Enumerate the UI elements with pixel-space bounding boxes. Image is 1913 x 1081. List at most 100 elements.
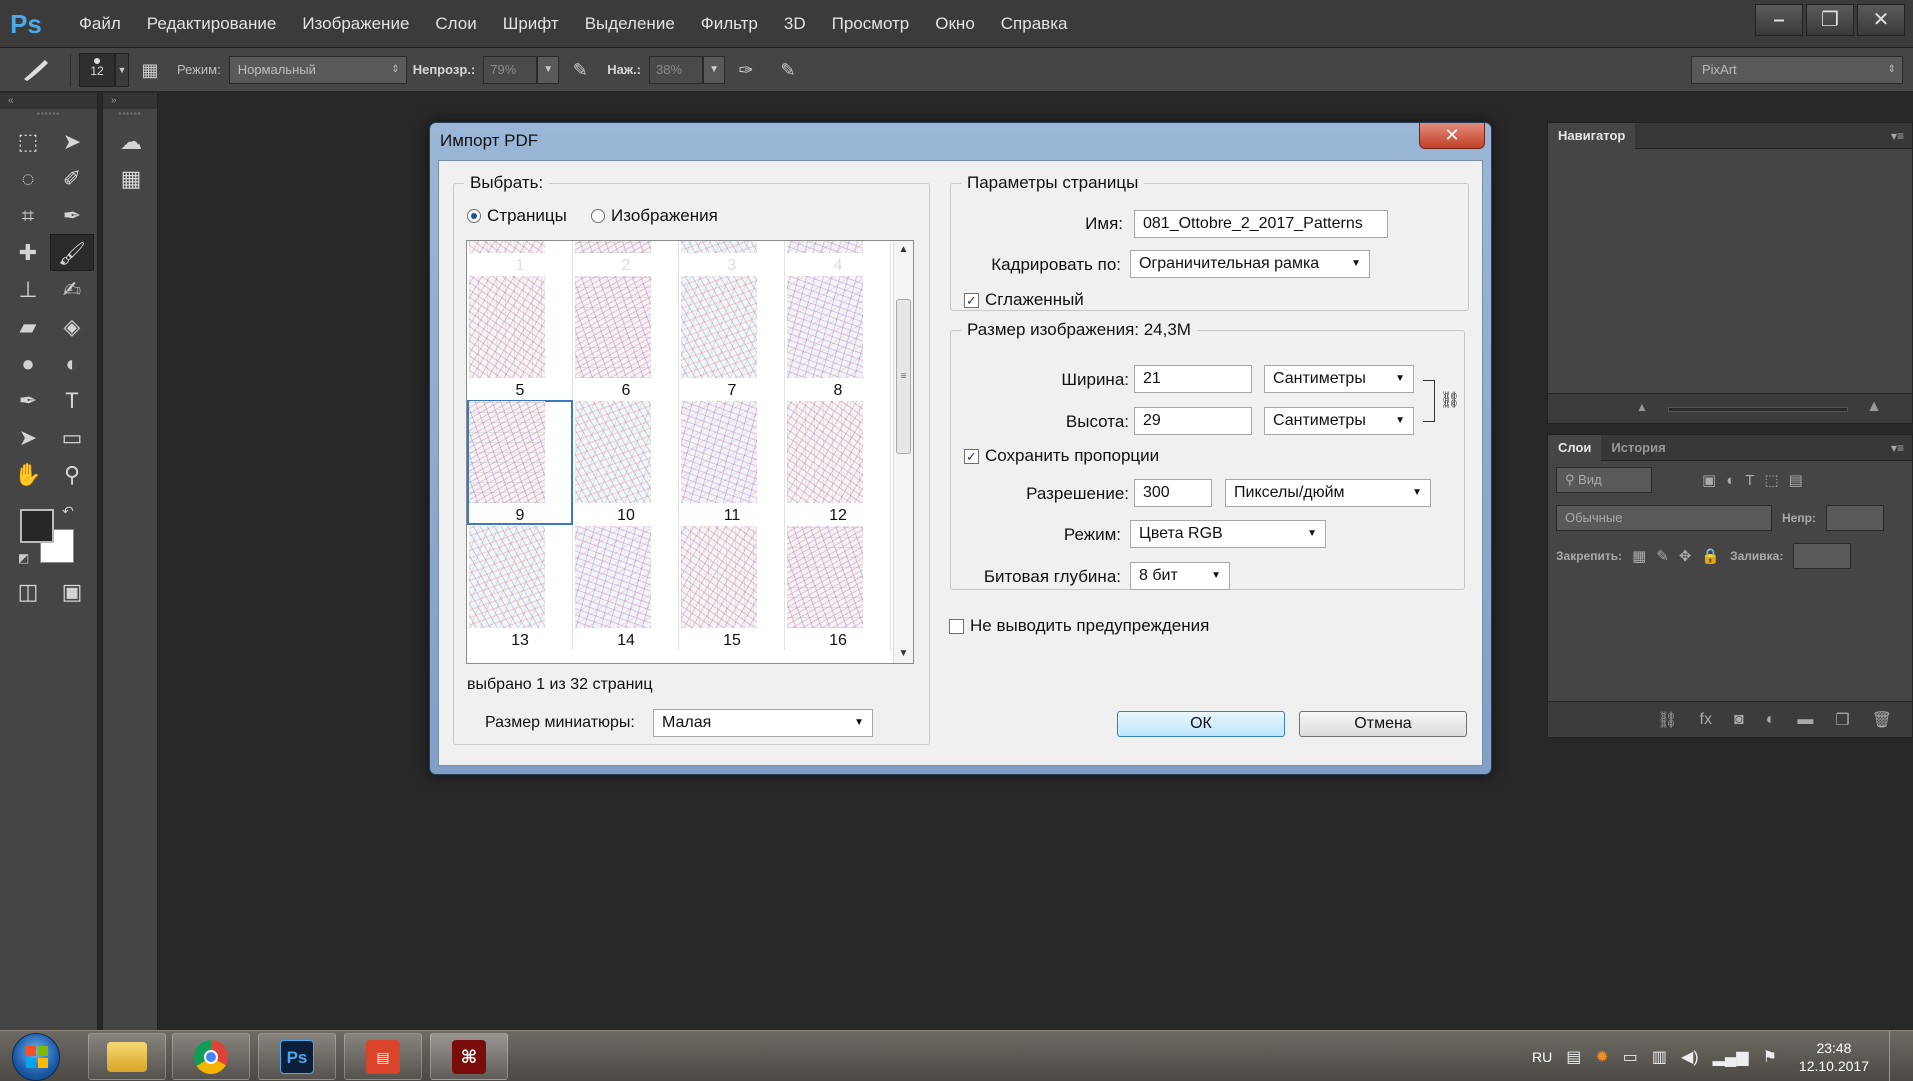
lasso-icon[interactable]: ◌ <box>6 160 50 197</box>
tab-layers[interactable]: Слои <box>1548 434 1602 461</box>
radio-pages[interactable]: Страницы <box>467 206 567 226</box>
height-field[interactable]: 29 <box>1134 407 1252 435</box>
volume-icon[interactable]: ◀) <box>1681 1047 1699 1067</box>
new-layer-icon[interactable]: ❐ <box>1835 710 1849 730</box>
bitdepth-select[interactable]: 8 бит ▼ <box>1130 562 1230 590</box>
opacity-dropdown[interactable]: ▼ <box>537 55 560 84</box>
foreground-color-swatch[interactable] <box>20 509 54 543</box>
keyboard-icon[interactable]: ▤ <box>1566 1047 1581 1067</box>
move-icon[interactable]: ➤ <box>50 123 94 160</box>
filter-adjust-icon[interactable]: ◐ <box>1726 472 1735 489</box>
pressure-field[interactable]: 38% <box>649 55 704 84</box>
language-indicator[interactable]: RU <box>1532 1049 1552 1065</box>
blur-icon[interactable]: ● <box>6 345 50 382</box>
dock-collapse[interactable]: » <box>103 93 157 109</box>
zoom-in-icon[interactable]: ▲ <box>1866 398 1882 416</box>
type-icon[interactable]: T <box>50 382 94 419</box>
restore-button[interactable]: ❐ <box>1806 4 1854 36</box>
dialog-close-button[interactable]: ✕ <box>1419 123 1485 149</box>
rectangle-shape-icon[interactable]: ▭ <box>50 419 94 456</box>
width-field[interactable]: 21 <box>1134 365 1252 393</box>
antialias-checkbox[interactable]: ✓ <box>964 292 979 308</box>
menu-window[interactable]: Окно <box>922 14 988 34</box>
layer-opacity-field[interactable] <box>1825 505 1884 531</box>
tab-navigator[interactable]: Навигатор <box>1548 122 1636 149</box>
fx-icon[interactable]: fx <box>1700 711 1712 729</box>
zoom-slider[interactable] <box>1668 407 1848 412</box>
antialias-checkbox-row[interactable]: ✓ Сглаженный <box>964 290 1084 310</box>
menu-image[interactable]: Изображение <box>289 14 422 34</box>
zoom-icon[interactable]: ⚲ <box>50 456 94 493</box>
lock-transparent-icon[interactable]: ▦ <box>1632 547 1646 565</box>
opacity-field[interactable]: 79% <box>483 55 538 84</box>
page-thumbnail[interactable]: 10 <box>573 400 679 525</box>
add-mask-icon[interactable]: ◙ <box>1734 711 1744 729</box>
taskbar-photoshop[interactable]: Ps <box>258 1033 336 1080</box>
dodge-icon[interactable]: ◐ <box>50 345 94 382</box>
lock-all-icon[interactable]: 🔒 <box>1701 547 1720 565</box>
brush-panel-toggle-icon[interactable]: ▦ <box>133 55 167 85</box>
usb-icon[interactable]: ▥ <box>1652 1047 1667 1067</box>
page-thumbnail[interactable]: 7 <box>679 275 785 400</box>
menu-edit[interactable]: Редактирование <box>134 14 290 34</box>
resolution-field[interactable]: 300 <box>1134 479 1212 507</box>
menu-3d[interactable]: 3D <box>771 14 819 34</box>
menu-file[interactable]: Файл <box>66 14 134 34</box>
mode-select[interactable]: Нормальный ⇕ <box>228 55 407 84</box>
menu-type[interactable]: Шрифт <box>490 14 572 34</box>
radio-pages-indicator[interactable] <box>467 209 481 223</box>
avast-icon[interactable]: ✹ <box>1595 1047 1608 1067</box>
page-thumbnail-selected[interactable]: 9 <box>467 400 573 525</box>
adjustment-layer-icon[interactable]: ◐ <box>1766 711 1776 729</box>
grid-panel-icon[interactable]: ▦ <box>109 160 153 197</box>
page-thumbnail[interactable]: 14 <box>573 525 679 650</box>
page-thumbnail[interactable]: 3 <box>679 241 785 275</box>
hand-icon[interactable]: ✋ <box>6 456 50 493</box>
crop-select[interactable]: Ограничительная рамка ▼ <box>1130 250 1370 278</box>
clock[interactable]: 23:48 12.10.2017 <box>1799 1039 1869 1075</box>
taskbar-acrobat[interactable]: ⌘ <box>430 1033 508 1080</box>
brush-icon[interactable]: 🖌 <box>50 234 94 271</box>
page-thumbnail[interactable]: 6 <box>573 275 679 400</box>
taskbar-chrome[interactable] <box>172 1033 250 1080</box>
scroll-up-icon[interactable]: ▲ <box>894 241 913 259</box>
eraser-icon[interactable]: ▰ <box>6 308 50 345</box>
rect-marquee-icon[interactable]: ⬚ <box>6 123 50 160</box>
quick-mask-icon[interactable]: ◫ <box>6 573 50 610</box>
brush-preset-icon[interactable] <box>10 54 62 86</box>
new-group-icon[interactable]: ▬ <box>1797 711 1813 729</box>
page-thumbnail[interactable]: 4 <box>785 241 891 275</box>
menu-help[interactable]: Справка <box>988 14 1081 34</box>
panel-menu-icon[interactable]: ▾≡ <box>1891 129 1912 143</box>
menu-layers[interactable]: Слои <box>422 14 489 34</box>
taskbar-reader[interactable]: ▤ <box>344 1033 422 1080</box>
eyedropper-icon[interactable]: ✒ <box>50 197 94 234</box>
resolution-unit-select[interactable]: Пикселы/дюйм ▼ <box>1225 479 1431 507</box>
filter-pixel-icon[interactable]: ▣ <box>1702 471 1716 489</box>
quick-select-icon[interactable]: ✐ <box>50 160 94 197</box>
airbrush-icon[interactable]: ✑ <box>729 55 763 85</box>
page-thumbnail[interactable]: 16 <box>785 525 891 650</box>
filter-smart-icon[interactable]: ▤ <box>1789 471 1803 489</box>
page-thumbnail[interactable]: 13 <box>467 525 573 650</box>
ok-button[interactable]: ОК <box>1117 711 1285 737</box>
action-center-flag-icon[interactable]: ⚑ <box>1763 1047 1777 1067</box>
menu-view[interactable]: Просмотр <box>819 14 923 34</box>
page-thumbnail[interactable]: 8 <box>785 275 891 400</box>
constrain-checkbox[interactable]: ✓ <box>964 448 979 464</box>
link-layers-icon[interactable]: ⛓ <box>1657 710 1677 730</box>
pen-icon[interactable]: ✒ <box>6 382 50 419</box>
taskbar-explorer[interactable] <box>88 1033 166 1080</box>
color-mode-select[interactable]: Цвета RGB ▼ <box>1130 520 1326 548</box>
paint-bucket-icon[interactable]: ◈ <box>50 308 94 345</box>
page-thumbnail[interactable]: 5 <box>467 275 573 400</box>
zoom-out-icon[interactable]: ▲ <box>1636 400 1648 414</box>
panel-grip[interactable]: ▪▪▪▪▪▪ <box>0 109 97 123</box>
cancel-button[interactable]: Отмена <box>1299 711 1467 737</box>
screen-mode-icon[interactable]: ▣ <box>50 573 94 610</box>
page-thumbnail[interactable]: 12 <box>785 400 891 525</box>
close-window-button[interactable]: ✕ <box>1857 4 1905 36</box>
pressure-dropdown[interactable]: ▼ <box>703 55 726 84</box>
pressure-opacity-icon[interactable]: ✎ <box>563 55 597 85</box>
page-thumbnail[interactable]: 2 <box>573 241 679 275</box>
